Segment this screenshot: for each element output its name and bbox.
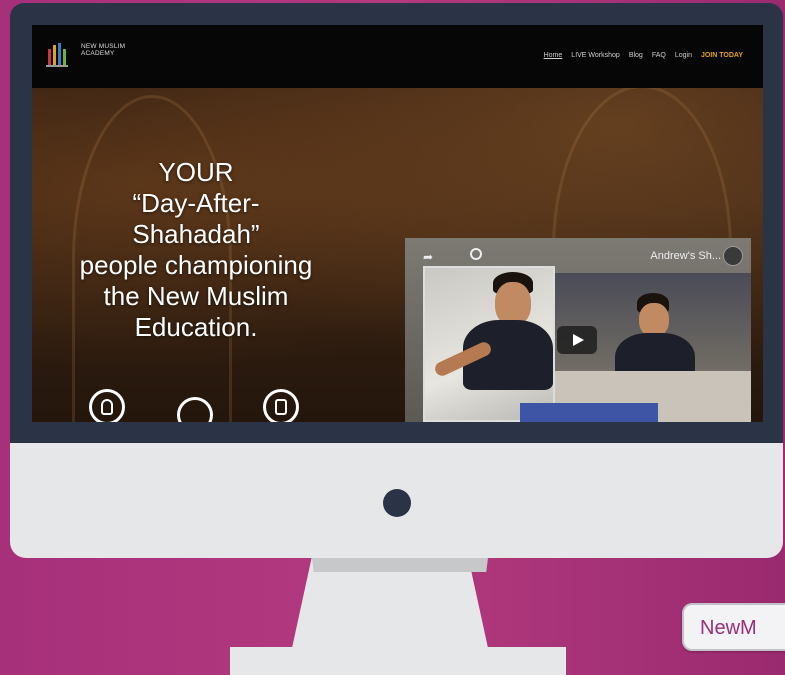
search-icon[interactable]: [470, 248, 482, 260]
play-icon[interactable]: [557, 326, 597, 354]
video-player[interactable]: ➦ Andrew's Sh...: [405, 238, 751, 422]
video-blue-card: [520, 403, 658, 422]
hero-line: Education.: [134, 312, 258, 342]
monitor-stand-shadow: [312, 558, 488, 572]
logo-text[interactable]: NEW MUSLIM ACADEMY: [81, 43, 151, 57]
hero-line: the New Muslim: [103, 281, 289, 311]
user-icon[interactable]: [89, 389, 125, 422]
nav-home[interactable]: Home: [544, 52, 563, 59]
nav-faq[interactable]: FAQ: [652, 52, 666, 59]
channel-avatar[interactable]: [723, 246, 743, 266]
nav-login[interactable]: Login: [675, 52, 692, 59]
site-nav-links: Home LIVE Workshop Blog FAQ Login JOIN T…: [544, 52, 743, 59]
site-badge[interactable]: NewM: [682, 603, 785, 651]
nav-blog[interactable]: Blog: [629, 52, 643, 59]
nav-join-today[interactable]: JOIN TODAY: [701, 52, 743, 59]
hero-headline: YOUR “Day-After- Shahadah” people champi…: [46, 157, 346, 343]
video-title[interactable]: Andrew's Sh...: [650, 250, 721, 262]
site-header: NEW MUSLIM ACADEMY Home LIVE Workshop Bl…: [32, 25, 763, 88]
nav-live-workshop[interactable]: LIVE Workshop: [571, 52, 620, 59]
share-icon[interactable]: ➦: [423, 250, 433, 264]
hero-line: YOUR: [158, 157, 234, 187]
hero-line: “Day-After-: [132, 188, 260, 218]
monitor-stand-base: [230, 647, 566, 675]
video-frame-left: [423, 266, 555, 422]
hero-line: Shahadah”: [132, 219, 260, 249]
edit-icon[interactable]: [263, 389, 299, 422]
badge-text: NewM: [700, 617, 757, 639]
monitor-screen: NEW MUSLIM ACADEMY Home LIVE Workshop Bl…: [32, 25, 763, 422]
hero-line: people championing: [79, 250, 313, 280]
power-indicator: [383, 489, 411, 517]
logo-icon[interactable]: [46, 41, 68, 69]
